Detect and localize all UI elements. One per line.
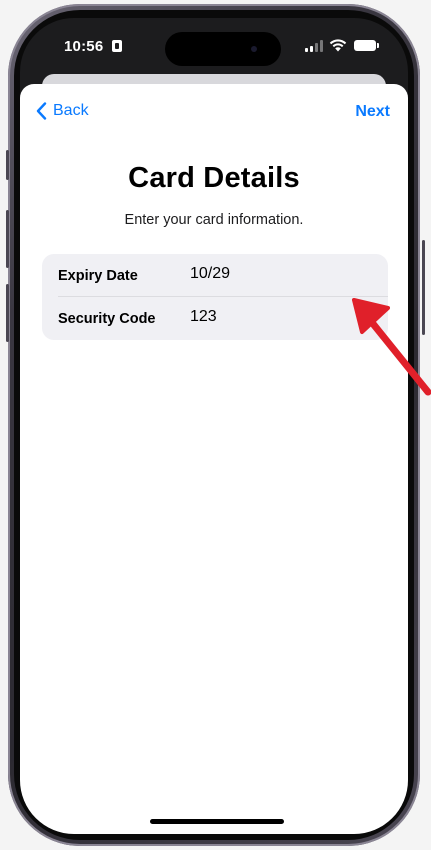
expiry-date-label: Expiry Date xyxy=(58,268,138,284)
battery-icon xyxy=(354,40,379,51)
phone-screen: 10:56 Back Next Card Details Enter your … xyxy=(20,18,408,834)
chevron-left-icon xyxy=(36,102,47,120)
home-indicator xyxy=(150,819,284,824)
security-code-row: Security Code xyxy=(42,297,388,339)
page-title: Card Details xyxy=(128,162,300,194)
status-bar: 10:56 xyxy=(20,18,408,74)
annotation-arrow-icon xyxy=(352,298,431,396)
page-subtitle: Enter your card information. xyxy=(124,212,304,228)
card-form-group: Expiry Date Security Code xyxy=(42,254,388,340)
card-details-sheet: Back Next Card Details Enter your card i… xyxy=(20,84,408,834)
back-button[interactable]: Back xyxy=(36,102,89,120)
sim-card-icon xyxy=(112,40,122,52)
dynamic-island xyxy=(165,32,281,66)
security-code-label: Security Code xyxy=(58,311,156,327)
back-button-label: Back xyxy=(53,102,89,119)
cellular-signal-icon xyxy=(305,40,323,52)
status-time: 10:56 xyxy=(64,38,104,55)
volume-down-button xyxy=(6,284,9,342)
screenshot-stage: 10:56 Back Next Card Details Enter your … xyxy=(0,0,431,850)
action-button xyxy=(6,150,9,180)
next-button[interactable]: Next xyxy=(355,103,390,121)
expiry-date-input[interactable] xyxy=(190,260,370,288)
expiry-date-row: Expiry Date xyxy=(42,254,388,296)
volume-up-button xyxy=(6,210,9,268)
wifi-icon xyxy=(329,39,347,52)
